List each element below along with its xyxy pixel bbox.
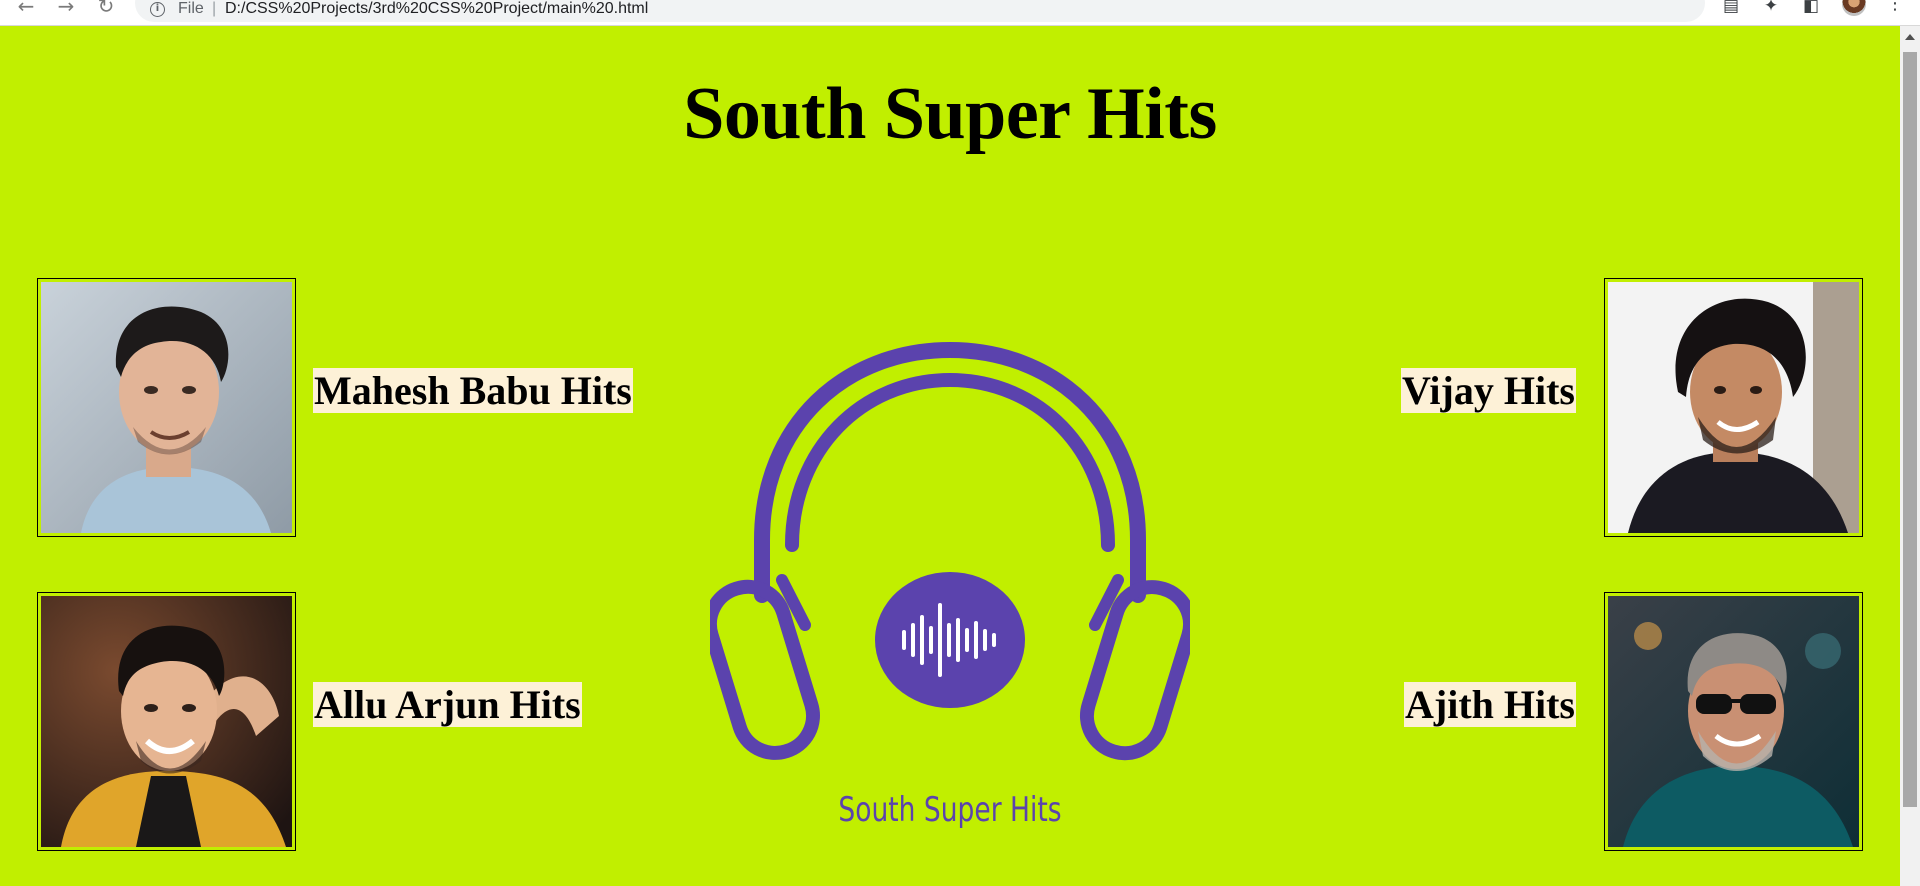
ajith-image [1608, 596, 1859, 847]
mahesh-babu-photo[interactable] [37, 278, 296, 537]
vertical-scrollbar[interactable] [1900, 26, 1920, 886]
back-arrow-icon[interactable]: ← [14, 0, 38, 16]
profile-avatar[interactable] [1842, 0, 1866, 16]
allu-arjun-image [41, 596, 292, 847]
info-icon[interactable]: i [150, 2, 165, 17]
vijay-photo[interactable] [1604, 278, 1863, 537]
ajith-hits-link[interactable]: Ajith Hits [1404, 682, 1576, 727]
extension-icon[interactable]: ▤ [1720, 0, 1742, 15]
scroll-up-arrow-icon[interactable] [1905, 34, 1915, 40]
ajith-photo[interactable] [1604, 592, 1863, 851]
url-separator: | [212, 0, 217, 17]
mahesh-babu-hits-link[interactable]: Mahesh Babu Hits [313, 368, 633, 413]
page-title: South Super Hits [683, 73, 1217, 155]
browser-toolbar: ← → ↻ i File | D:/CSS%20Projects/3rd%20C… [0, 0, 1920, 26]
mahesh-babu-image [41, 282, 292, 533]
vijay-image [1608, 282, 1859, 533]
address-bar[interactable]: i File | D:/CSS%20Projects/3rd%20CSS%20P… [135, 0, 1705, 22]
allu-arjun-hits-link[interactable]: Allu Arjun Hits [313, 682, 582, 727]
side-panel-icon[interactable]: ◧ [1800, 0, 1822, 15]
url-scheme: File [178, 0, 204, 17]
reload-icon[interactable]: ↻ [94, 0, 118, 16]
headphones-icon [702, 341, 1197, 761]
forward-arrow-icon[interactable]: → [54, 0, 78, 16]
allu-arjun-photo[interactable] [37, 592, 296, 851]
vijay-hits-link[interactable]: Vijay Hits [1401, 368, 1576, 413]
puzzle-extensions-icon[interactable]: ✦ [1760, 0, 1782, 15]
logo-caption: South Super Hits [838, 790, 1062, 830]
south-super-hits-logo: South Super Hits [702, 335, 1197, 835]
url-text[interactable]: D:/CSS%20Projects/3rd%20CSS%20Project/ma… [225, 0, 648, 18]
more-menu-icon[interactable]: ⋮ [1886, 0, 1904, 14]
scrollbar-thumb[interactable] [1903, 52, 1917, 807]
